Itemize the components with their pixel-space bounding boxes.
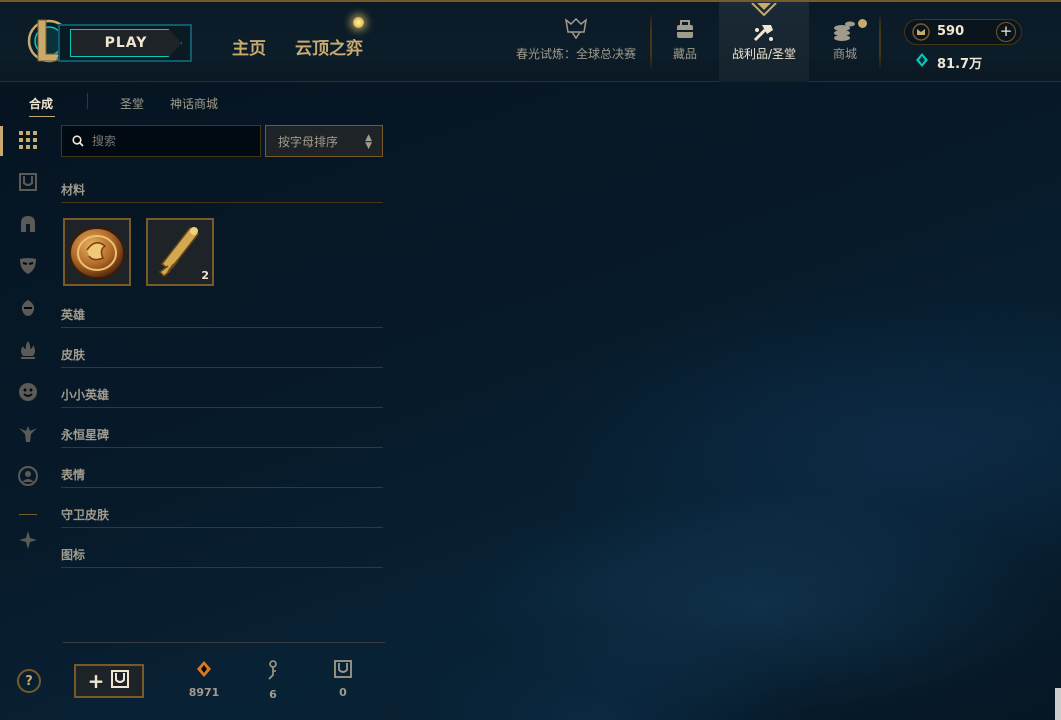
tab-mythic-shop[interactable]: 神话商城 [170,95,218,112]
nav-event-label: 春光试炼：全球总决赛 [515,47,636,61]
chest-icon [110,669,130,694]
tab-active-underline [29,116,55,117]
add-chest-button[interactable]: + [74,664,144,698]
coins-icon [831,18,859,45]
play-button[interactable]: PLAY [58,24,192,62]
ward-icon[interactable] [18,424,40,446]
key-fragment-icon [266,660,280,684]
add-rp-button[interactable]: + [996,22,1016,42]
orange-essence-amount: 8971 [188,686,220,699]
category-rail [0,122,56,562]
section-little-legends[interactable]: 小小英雄 [61,386,383,408]
orange-essence-stat: 8971 [184,660,224,699]
section-ward-skins[interactable]: 守卫皮肤 [61,506,383,528]
nav-separator [879,12,881,72]
tab-separator [87,93,88,109]
emote-icon[interactable] [18,382,40,404]
chest-stat: 0 [323,660,363,699]
section-materials[interactable]: 材料 [61,181,383,203]
rail-divider [19,514,37,515]
chest-amount: 0 [339,686,347,699]
chest-count-icon [334,660,352,682]
flame-icon[interactable] [18,340,40,362]
rail-active-indicator [0,126,3,156]
search-input[interactable] [92,134,252,148]
help-button[interactable]: ? [17,669,41,693]
material-orb-tile[interactable] [63,218,131,286]
top-bar: PLAY 主页 云顶之弈 春光试炼：全球总决赛 藏品 战利品/圣堂 商城 590… [0,0,1061,82]
sort-chevron-icon: ▲ ▼ [365,133,372,151]
search-box[interactable] [61,125,261,157]
section-icons[interactable]: 图标 [61,546,383,568]
trophy-icon [563,17,589,43]
key-fragment-stat: 6 [253,660,293,701]
nav-event[interactable]: 春光试炼：全球总决赛 [510,2,642,82]
material-key-tile[interactable]: 2 [146,218,214,286]
material-count: 2 [201,269,209,282]
sort-dropdown[interactable]: 按字母排序 ▲ ▼ [265,125,383,157]
scrollbar[interactable] [1055,688,1061,720]
nav-separator [650,12,652,72]
little-legend-icon[interactable] [18,298,40,320]
nav-loot-label: 战利品/圣堂 [731,47,797,61]
rp-amount: 590 [937,24,965,39]
section-champions[interactable]: 英雄 [61,306,383,328]
section-skins[interactable]: 皮肤 [61,346,383,368]
nav-home[interactable]: 主页 [232,34,266,59]
nav-loot[interactable]: 战利品/圣堂 [719,2,809,82]
profile-icon[interactable] [18,466,40,488]
grid-icon[interactable] [18,130,40,152]
orb-icon [69,227,125,279]
sort-label: 按字母排序 [278,134,339,149]
store-notification-dot [858,19,867,28]
key-fragment-amount: 6 [269,688,277,701]
helmet-icon[interactable] [18,214,40,236]
tab-craft[interactable]: 合成 [29,95,53,112]
nav-collection[interactable]: 藏品 [660,2,710,82]
mask-icon[interactable] [18,256,40,278]
nav-store[interactable]: 商城 [822,2,868,82]
sub-nav: 合成 圣堂 神话商城 [0,82,400,117]
nav-tft[interactable]: 云顶之弈 [295,34,363,59]
add-chest-label: + [87,669,105,693]
backpack-icon [674,18,696,43]
tab-sanctum[interactable]: 圣堂 [120,95,144,112]
disenchant-icon[interactable] [18,530,40,552]
orange-essence-icon [195,661,213,682]
nav-collection-label: 藏品 [672,47,697,61]
section-eternals[interactable]: 永恒星碑 [61,426,383,448]
notification-dot-icon [353,17,364,28]
footer-divider [63,642,385,643]
search-icon [72,132,84,151]
chest-icon[interactable] [18,172,40,194]
play-button-label: PLAY [70,29,182,57]
rp-icon [912,23,930,45]
section-emotes[interactable]: 表情 [61,466,383,488]
blue-essence-amount: 81.7万 [937,57,983,72]
blue-essence-icon [914,52,930,72]
hammer-icon [751,22,777,47]
nav-store-label: 商城 [832,47,857,61]
